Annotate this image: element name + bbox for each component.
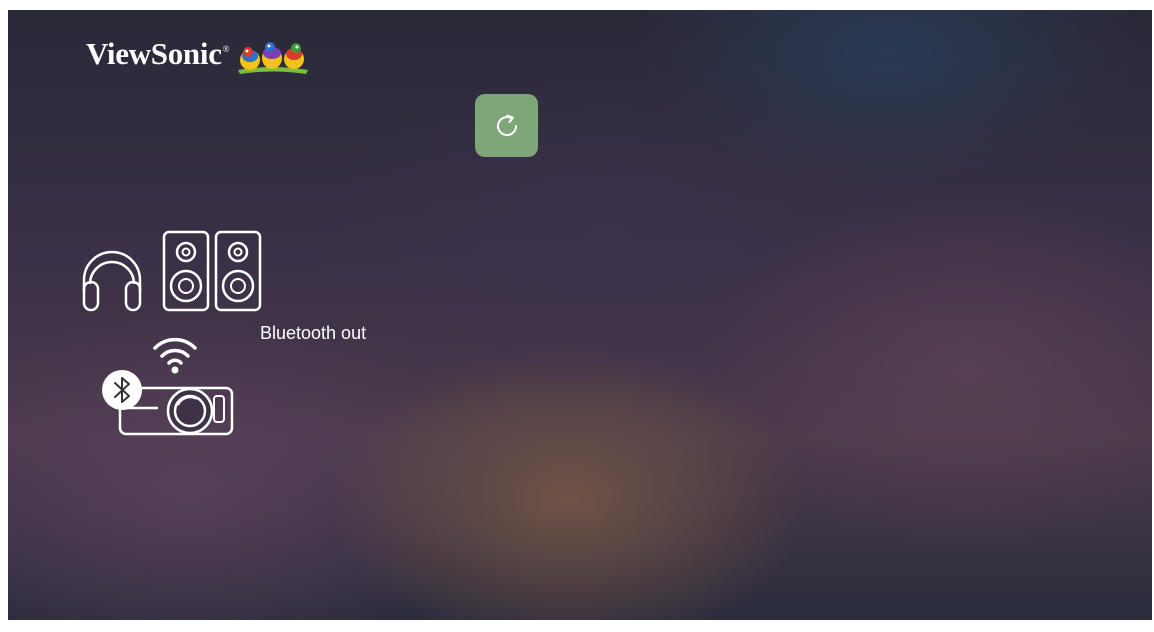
wifi-icon <box>153 337 197 374</box>
viewsonic-logo: ViewSonic ® <box>86 36 310 76</box>
logo-birds-icon <box>237 42 308 74</box>
bluetooth-out-label[interactable]: Bluetooth out <box>260 323 366 344</box>
projector-home-screen: ViewSonic ® Bluetooth out <box>8 10 1152 620</box>
bluetooth-icon <box>102 370 142 410</box>
logo-registered-mark: ® <box>222 44 230 54</box>
logo-brand-text: ViewSonic <box>86 36 222 71</box>
headphones-icon <box>82 250 142 312</box>
refresh-button[interactable] <box>475 94 538 157</box>
speakers-icon <box>162 230 262 312</box>
refresh-icon <box>496 114 517 136</box>
